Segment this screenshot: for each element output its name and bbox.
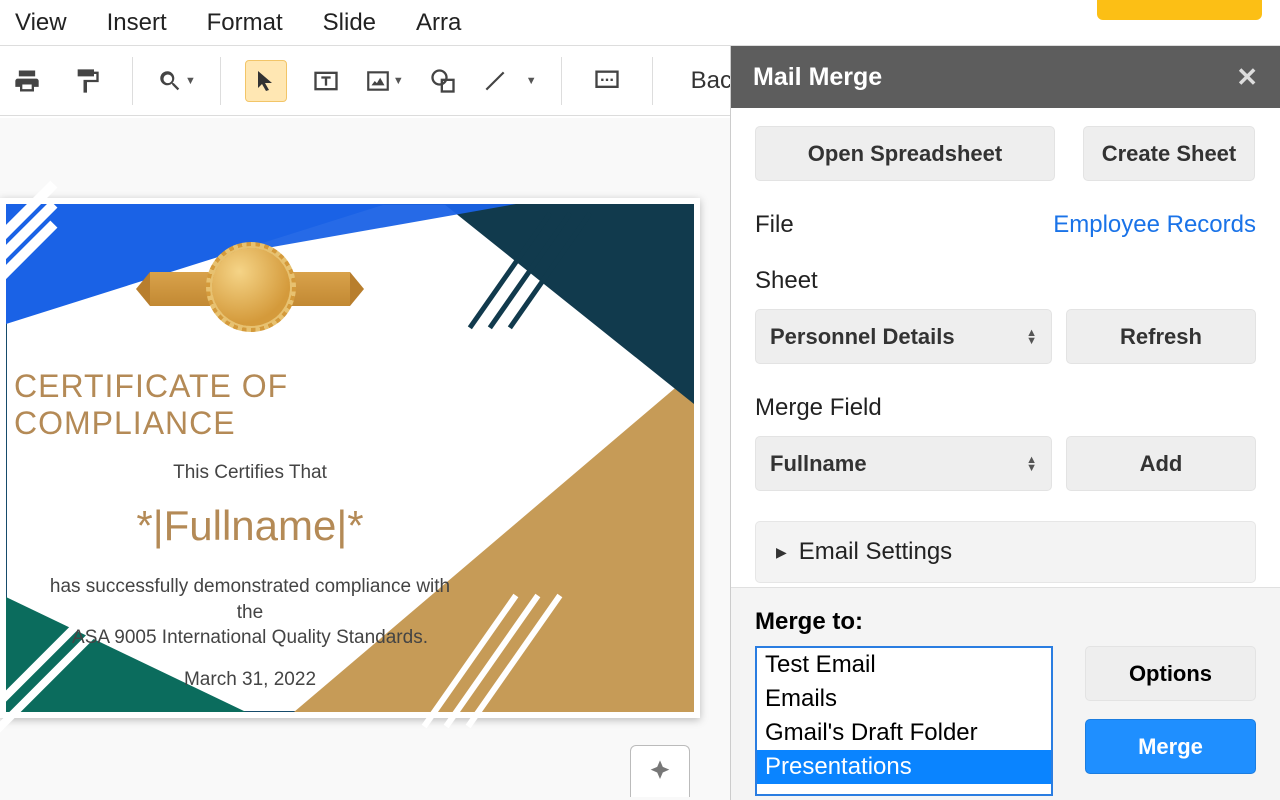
panel-title: Mail Merge [753,63,882,92]
refresh-button[interactable]: Refresh [1066,309,1256,364]
list-item[interactable]: Test Email [757,648,1051,682]
spinner-icon: ▲▼ [1026,329,1037,345]
comment-icon[interactable] [586,60,628,102]
merge-to-label: Merge to: [755,608,1256,636]
close-icon[interactable]: ✕ [1236,62,1258,93]
create-sheet-button[interactable]: Create Sheet [1083,126,1255,181]
merge-to-listbox[interactable]: Test Email Emails Gmail's Draft Folder P… [755,646,1053,796]
merge-button[interactable]: Merge [1085,719,1256,774]
merge-field-label: Merge Field [755,394,1256,422]
textbox-tool-icon[interactable] [305,60,347,102]
decor-lines [440,228,580,348]
list-item[interactable]: Presentations [757,750,1051,784]
certificate-slide[interactable]: CERTIFICATE OF COMPLIANCE This Certifies… [0,198,700,718]
menu-view[interactable]: View [15,9,67,37]
slide-canvas[interactable]: CERTIFICATE OF COMPLIANCE This Certifies… [0,118,730,800]
certificate-body: has successfully demonstrated compliance… [0,574,500,651]
medal-badge [150,248,350,328]
sheet-select[interactable]: Personnel Details ▲▼ [755,309,1052,364]
spinner-icon: ▲▼ [1026,456,1037,472]
certificate-date: March 31, 2022 [0,669,500,691]
menu-arrange[interactable]: Arra [416,9,461,37]
list-item[interactable]: Gmail's Draft Folder [757,716,1051,750]
menu-format[interactable]: Format [207,9,283,37]
certificate-text: CERTIFICATE OF COMPLIANCE This Certifies… [0,338,500,691]
paint-format-icon[interactable] [66,60,108,102]
merge-field-select[interactable]: Fullname ▲▼ [755,436,1052,491]
mail-merge-panel: Mail Merge ✕ Open Spreadsheet Create She… [730,46,1280,800]
chevron-right-icon: ▶ [776,544,787,561]
certificate-title: CERTIFICATE OF COMPLIANCE [14,368,500,442]
print-icon[interactable] [6,60,48,102]
image-tool-dropdown[interactable]: ▼ [365,68,404,94]
add-field-button[interactable]: Add [1066,436,1256,491]
decor-lines [0,188,110,308]
sheet-label: Sheet [755,267,1256,295]
slideshow-button[interactable] [1097,0,1262,20]
list-item[interactable]: Emails [757,682,1051,716]
certificate-name-field: *|Fullname|* [0,502,500,550]
menubar: View Insert Format Slide Arra [0,0,1280,46]
select-tool-icon[interactable] [245,60,287,102]
file-label: File [755,211,794,239]
panel-header: Mail Merge ✕ [731,46,1280,108]
open-spreadsheet-button[interactable]: Open Spreadsheet [755,126,1055,181]
email-settings-accordion[interactable]: ▶ Email Settings [755,521,1256,583]
options-button[interactable]: Options [1085,646,1256,701]
file-link[interactable]: Employee Records [1053,211,1256,239]
shape-tool-icon[interactable] [422,60,464,102]
menu-insert[interactable]: Insert [107,9,167,37]
zoom-dropdown[interactable]: ▼ [157,68,196,94]
menu-slide[interactable]: Slide [323,9,376,37]
line-tool-dropdown[interactable]: ▼ [482,68,537,94]
certificate-subtitle: This Certifies That [0,462,500,484]
explore-button[interactable] [630,745,690,797]
